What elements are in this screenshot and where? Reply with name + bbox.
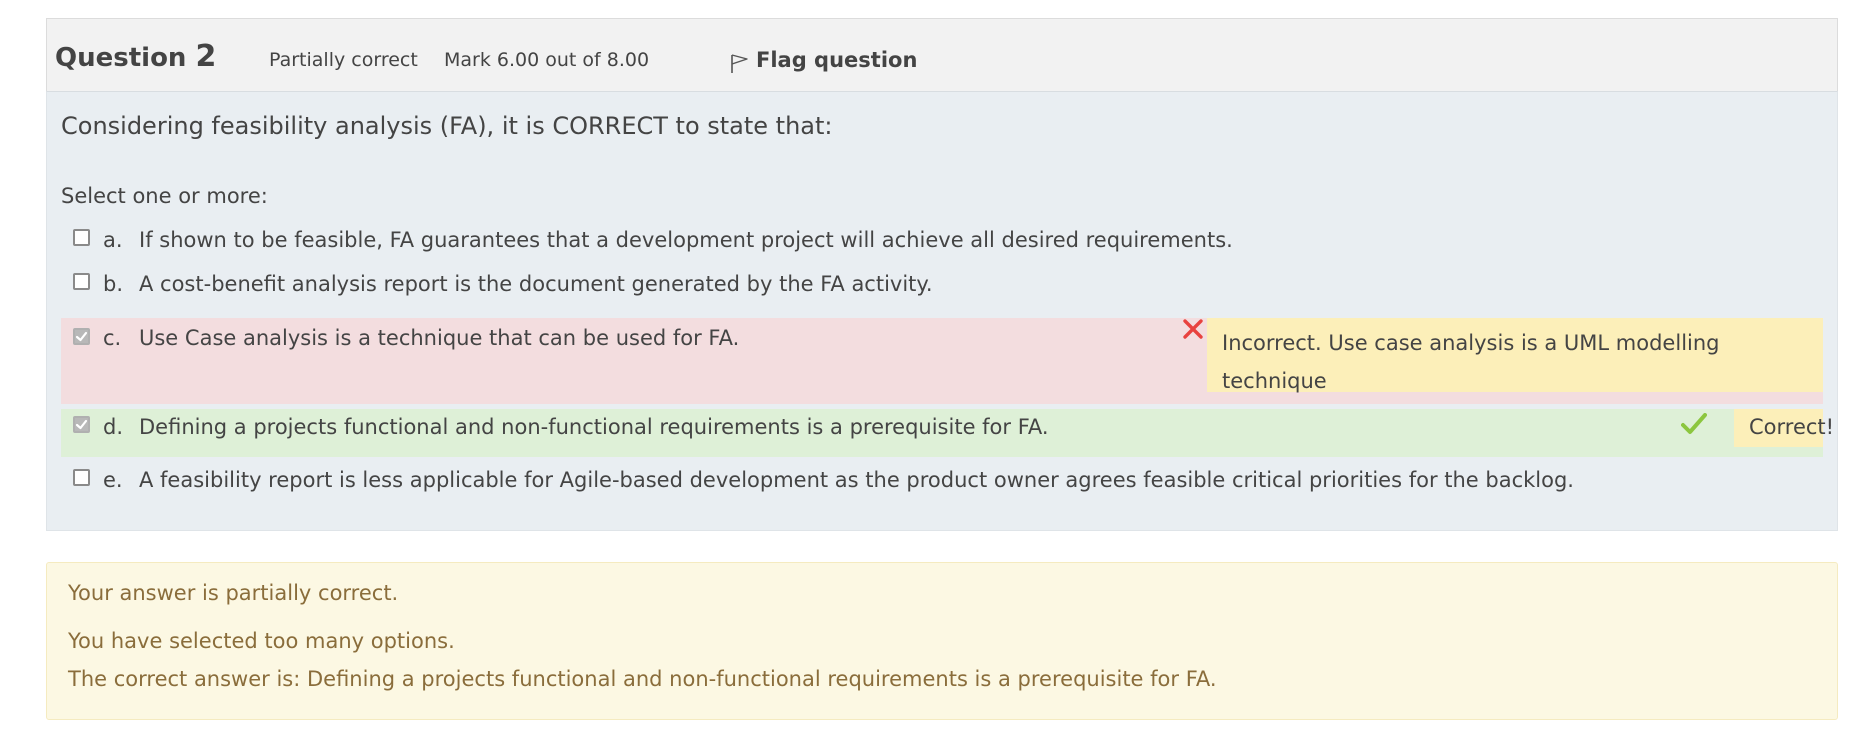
option-label: Use Case analysis is a technique that ca… [139,326,740,350]
general-feedback-panel: Your answer is partially correct. You ha… [46,562,1838,720]
option-label: Defining a projects functional and non-f… [139,415,1049,439]
feedback-line: Incorrect. Use case analysis is a UML mo… [1222,331,1720,393]
option-letter: d. [103,415,124,439]
checkbox-c[interactable] [73,328,90,345]
answer-option-b[interactable]: b. A cost-benefit analysis report is the… [61,267,1823,305]
flag-question-link[interactable]: Flag question [730,46,917,74]
specific-feedback-c: Incorrect. Use case analysis is a UML mo… [1207,318,1823,431]
answer-option-a[interactable]: a. If shown to be feasible, FA guarantee… [61,223,1823,261]
question-content: Considering feasibility analysis (FA), i… [46,91,1838,531]
general-feedback: Your answer is partially correct. [68,581,399,605]
num-parts-feedback: You have selected too many options. [68,629,455,653]
question-label: Question [55,43,187,73]
option-label: If shown to be feasible, FA guarantees t… [139,228,1233,252]
answer-prompt: Select one or more: [61,184,268,208]
flag-icon [731,54,748,73]
option-letter: a. [103,228,123,252]
correct-tick-icon [1681,413,1707,434]
question-grade: Mark 6.00 out of 8.00 [444,49,650,71]
option-letter: e. [103,468,123,492]
flag-question-label: Flag question [756,48,918,72]
option-label: A cost-benefit analysis report is the do… [139,272,933,296]
checkmark-icon [75,419,88,430]
question-state: Partially correct [269,49,418,71]
right-answer: The correct answer is: Defining a projec… [68,667,1217,691]
checkbox-d[interactable] [73,416,90,433]
checkmark-icon [75,331,88,342]
question-number-value: 2 [195,39,217,74]
incorrect-cross-icon [1183,319,1203,339]
option-letter: b. [103,272,124,296]
option-label: A feasibility report is less applicable … [139,468,1574,492]
answer-option-d-correct[interactable]: d. Defining a projects functional and no… [61,409,1834,457]
specific-feedback-d: Correct! [1734,409,1834,447]
question-number: Question 2 [55,39,216,74]
checkbox-a[interactable] [73,229,90,246]
option-letter: c. [103,326,122,350]
answer-option-c-incorrect[interactable]: c. Use Case analysis is a technique that… [61,318,1823,431]
checkbox-b[interactable] [73,273,90,290]
question-text: Considering feasibility analysis (FA), i… [61,112,833,140]
checkbox-e[interactable] [73,469,90,486]
answer-option-e[interactable]: e. A feasibility report is less applicab… [61,463,1823,501]
question-info-header: Question 2 Partially correct Mark 6.00 o… [46,18,1838,91]
